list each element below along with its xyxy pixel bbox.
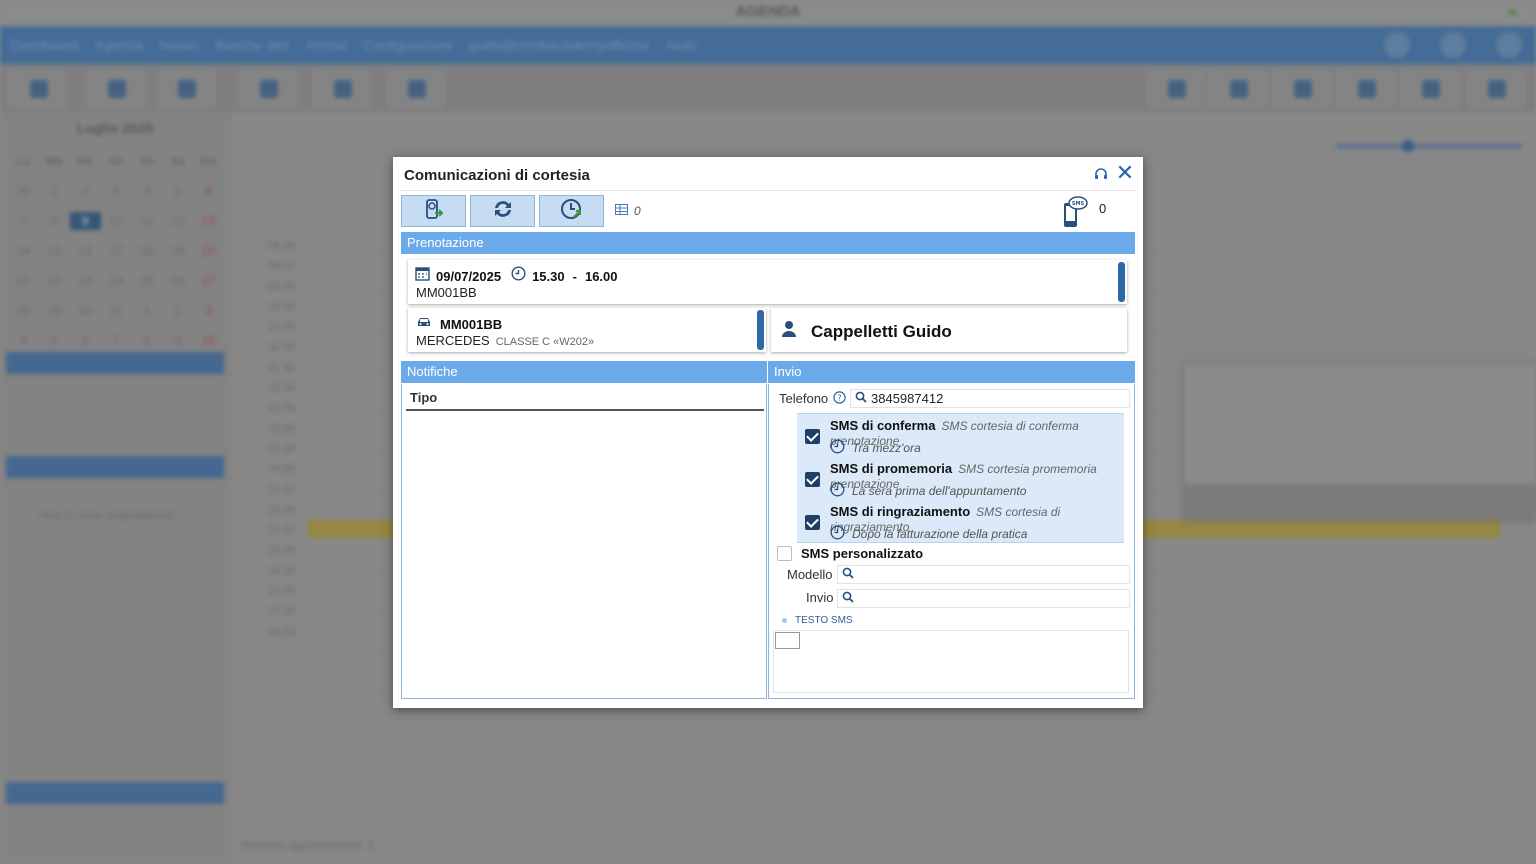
sms-count-value: 0 bbox=[1099, 201, 1107, 216]
sms-options: SMS di conferma SMS cortesia di conferma … bbox=[797, 413, 1124, 543]
sms-conferma-when: Tra mezz'ora bbox=[830, 439, 921, 457]
telefono-label: Telefono bbox=[779, 391, 829, 406]
booking-datetime: 09/07/2025 15.30 - 16.00 bbox=[415, 266, 618, 286]
refresh-button[interactable] bbox=[470, 195, 535, 227]
textarea-resize-box bbox=[775, 632, 800, 649]
dialog-title: Comunicazioni di cortesia bbox=[404, 167, 590, 184]
schedule-button[interactable] bbox=[539, 195, 604, 227]
booking-date: 09/07/2025 bbox=[436, 268, 502, 284]
table-count: 0 bbox=[615, 204, 641, 218]
booking-time-to: 16.00 bbox=[584, 268, 618, 284]
section-invio: Invio bbox=[768, 361, 1135, 383]
vehicle-model-row: MERCEDES CLASSE C «W202» bbox=[416, 333, 594, 348]
vehicle-card[interactable]: MM001BB MERCEDES CLASSE C «W202» bbox=[408, 308, 766, 352]
sms-ringraziamento-row[interactable]: SMS di ringraziamento SMS cortesia di rin… bbox=[797, 502, 1124, 545]
modello-label: Modello bbox=[787, 567, 833, 582]
invio-label: Invio bbox=[806, 590, 834, 605]
table-icon bbox=[615, 204, 628, 218]
sms-conferma-row[interactable]: SMS di conferma SMS cortesia di conferma … bbox=[797, 416, 1124, 459]
telefono-field[interactable]: 3845987412 bbox=[850, 389, 1130, 408]
vehicle-make: MERCEDES bbox=[416, 333, 490, 348]
modello-field[interactable] bbox=[837, 565, 1130, 584]
vehicle-plate-row: MM001BB bbox=[416, 315, 502, 333]
sms-personalizzato-label: SMS personalizzato bbox=[801, 546, 924, 561]
close-icon[interactable]: ✕ bbox=[1114, 162, 1136, 185]
phone-send-icon bbox=[421, 196, 447, 227]
sms-phone-icon: SMS bbox=[1061, 195, 1089, 232]
clock-icon bbox=[830, 482, 845, 500]
booking-plate: MM001BB bbox=[416, 285, 477, 300]
invio-field[interactable] bbox=[837, 589, 1130, 608]
telefono-value: 3845987412 bbox=[871, 391, 944, 406]
sms-conferma-checkbox[interactable] bbox=[805, 429, 820, 444]
column-tipo[interactable]: Tipo bbox=[410, 390, 437, 405]
testo-sms-label: TESTO SMS bbox=[782, 615, 853, 626]
courtesy-communications-dialog: Comunicazioni di cortesia ✕ 0 SMS 0 Pren… bbox=[393, 157, 1143, 708]
header-divider bbox=[401, 190, 1135, 191]
booking-time-from: 15.30 bbox=[532, 268, 565, 284]
sms-personalizzato-checkbox[interactable] bbox=[777, 546, 792, 561]
section-notifiche: Notifiche bbox=[401, 361, 767, 383]
user-icon bbox=[781, 320, 797, 343]
clock-icon bbox=[511, 266, 526, 286]
sms-count: SMS 0 bbox=[1061, 195, 1106, 232]
customer-name: Cappelletti Guido bbox=[811, 322, 952, 341]
testo-sms-textarea[interactable] bbox=[773, 630, 1129, 693]
svg-text:?: ? bbox=[837, 394, 841, 403]
clock-icon bbox=[830, 525, 845, 543]
send-message-button[interactable] bbox=[401, 195, 466, 227]
customer-card[interactable]: Cappelletti Guido bbox=[771, 308, 1127, 352]
sms-ringraziamento-when: Dopo la fatturazione della pratica bbox=[830, 525, 1027, 543]
clock-icon bbox=[830, 439, 845, 457]
section-prenotazione: Prenotazione bbox=[401, 232, 1135, 254]
vehicle-scrollbar[interactable] bbox=[757, 310, 764, 350]
svg-text:SMS: SMS bbox=[1072, 201, 1085, 207]
sms-promemoria-checkbox[interactable] bbox=[805, 472, 820, 487]
sms-ringraziamento-checkbox[interactable] bbox=[805, 515, 820, 530]
support-headset-icon[interactable] bbox=[1092, 166, 1110, 184]
search-icon bbox=[842, 567, 854, 582]
car-icon bbox=[416, 315, 432, 333]
search-icon bbox=[855, 391, 867, 406]
sms-promemoria-row[interactable]: SMS di promemoria SMS cortesia promemoria… bbox=[797, 459, 1124, 502]
booking-scrollbar[interactable] bbox=[1118, 262, 1125, 302]
table-count-value: 0 bbox=[634, 204, 641, 218]
bullet-icon bbox=[782, 618, 787, 623]
vehicle-model: CLASSE C «W202» bbox=[495, 336, 595, 348]
booking-card[interactable]: 09/07/2025 15.30 - 16.00 MM001BB bbox=[408, 260, 1127, 304]
column-divider bbox=[406, 409, 764, 411]
vehicle-plate: MM001BB bbox=[440, 316, 503, 332]
notifications-panel: Tipo bbox=[401, 384, 767, 699]
refresh-icon bbox=[490, 196, 516, 227]
help-icon[interactable]: ? bbox=[833, 391, 846, 409]
booking-time-sep: - bbox=[572, 268, 577, 284]
sms-promemoria-when: La sera prima dell'appuntamento bbox=[830, 482, 1026, 500]
search-icon bbox=[842, 591, 854, 606]
clock-arrow-icon bbox=[559, 196, 585, 227]
calendar-icon bbox=[415, 266, 430, 286]
